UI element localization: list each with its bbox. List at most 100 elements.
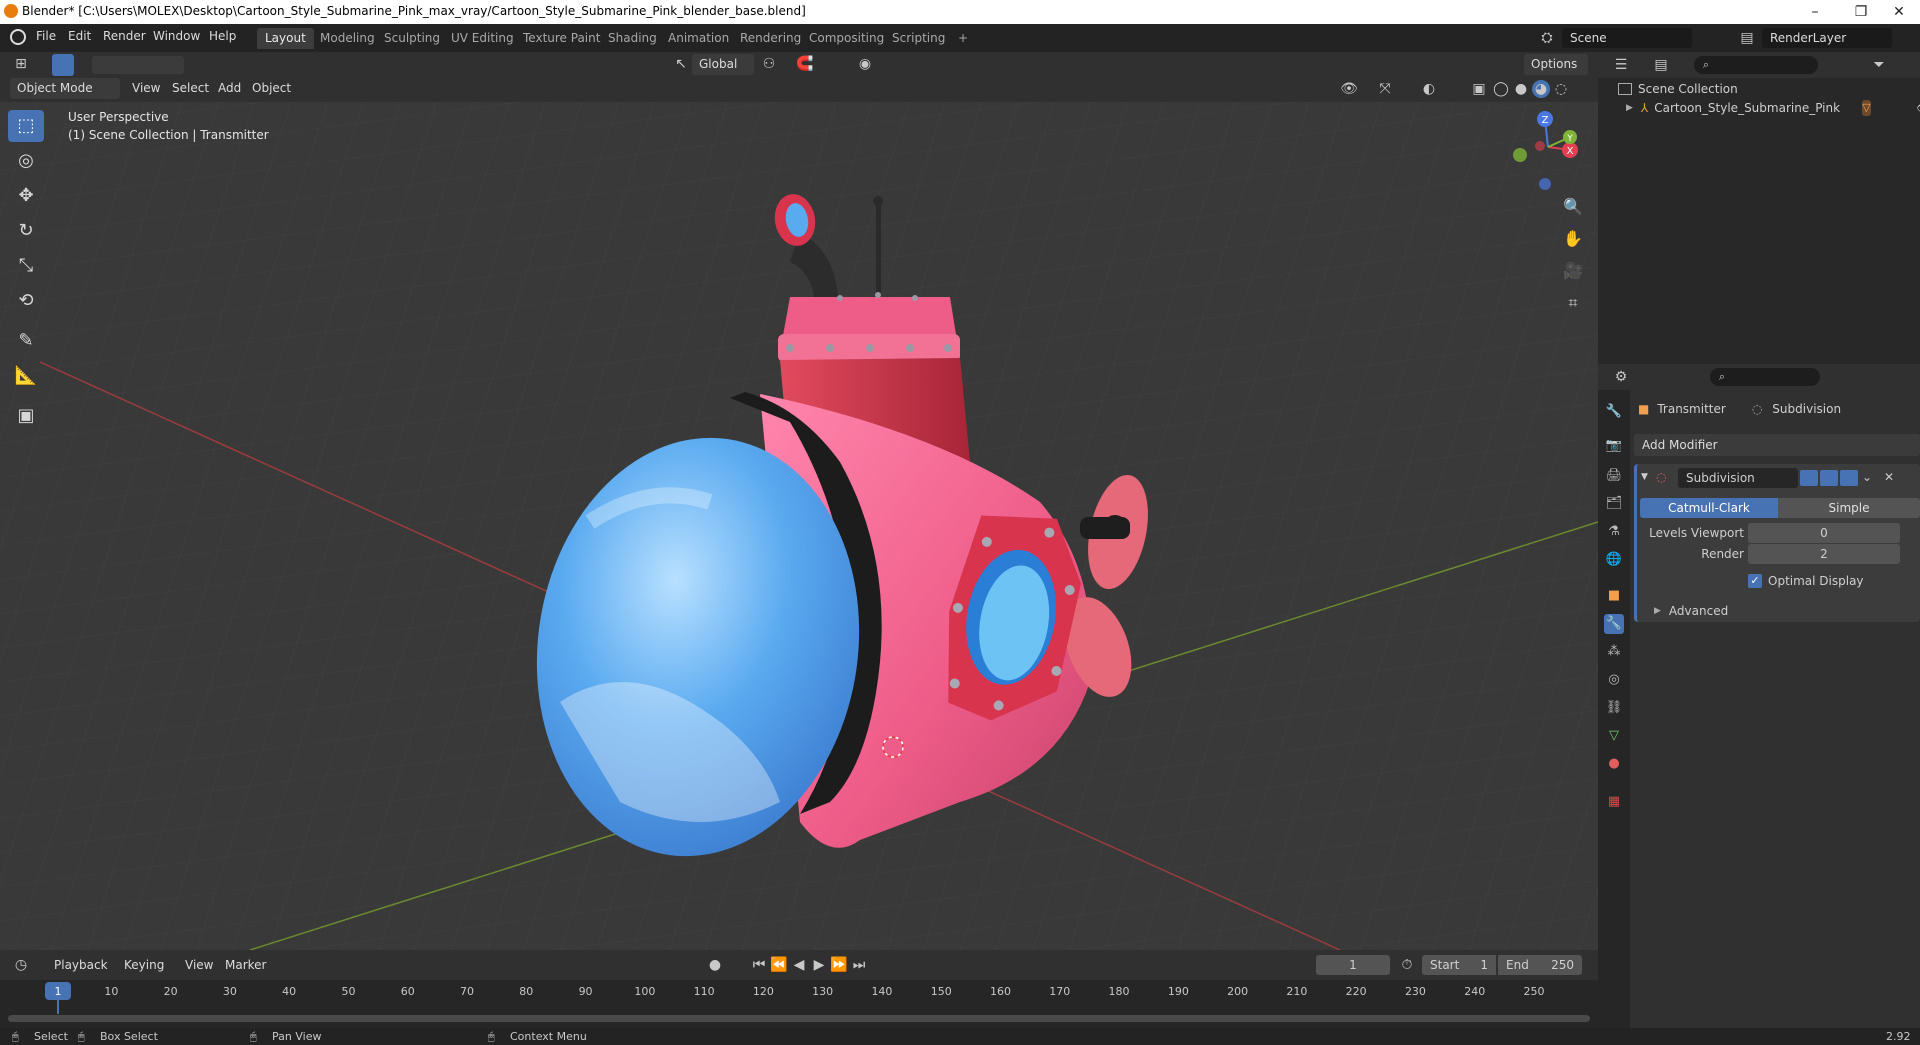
tool-annotate-icon[interactable]: ✎	[8, 325, 44, 357]
render-levels-field[interactable]: 2	[1748, 544, 1900, 564]
filter-icon[interactable]: ⏷	[1870, 56, 1888, 74]
timeline-menu-keying[interactable]: Keying	[124, 958, 164, 972]
menu-edit[interactable]: Edit	[68, 29, 91, 43]
gizmo-toggle-icon[interactable]: ⤧	[1376, 80, 1394, 98]
outliner-editor-icon[interactable]: ☰	[1612, 56, 1630, 74]
zoom-icon[interactable]: 🔍	[1558, 192, 1588, 222]
scene-selector[interactable]: Scene	[1562, 28, 1692, 48]
wireframe-shading-icon[interactable]: ◯	[1492, 80, 1510, 98]
object-tab-icon[interactable]: ■	[1604, 586, 1624, 606]
end-frame-field[interactable]: End 250	[1498, 955, 1582, 975]
timeline-menu-view[interactable]: View	[185, 958, 213, 972]
editor-type-icon[interactable]: ⊞	[12, 55, 30, 73]
render-layer-selector[interactable]: RenderLayer	[1762, 28, 1892, 48]
advanced-subpanel[interactable]: ▶ Advanced	[1654, 602, 1728, 620]
snap-icon[interactable]: 🧲	[796, 55, 814, 73]
tab-modeling[interactable]: Modeling	[312, 28, 383, 49]
timeline-menu-marker[interactable]: Marker	[225, 958, 266, 972]
tab-animation[interactable]: Animation	[660, 28, 737, 49]
scene-tab-icon[interactable]: ⚗	[1604, 522, 1624, 542]
rendered-shading-icon[interactable]: ◌	[1552, 80, 1570, 98]
vp-menu-select[interactable]: Select	[172, 81, 209, 95]
data-tab-icon[interactable]: ▽	[1604, 726, 1624, 746]
vp-menu-object[interactable]: Object	[252, 81, 291, 95]
modifier-name-field[interactable]: Subdivision	[1678, 468, 1798, 488]
timeline-editor-icon[interactable]: ◷	[12, 956, 30, 974]
tool-tab-icon[interactable]: 🔧	[1604, 402, 1624, 422]
tool-scale-icon[interactable]: ⤡	[8, 250, 44, 282]
tool-rotate-icon[interactable]: ↻	[8, 215, 44, 247]
selection-modes[interactable]	[92, 56, 184, 74]
outliner-item[interactable]: ▶ ⅄ Cartoon_Style_Submarine_Pink ▽ 👁	[1626, 99, 1920, 117]
tab-scripting[interactable]: Scripting	[884, 28, 953, 49]
vp-menu-add[interactable]: Add	[218, 81, 241, 95]
properties-editor-icon[interactable]: ⚙	[1612, 368, 1630, 386]
optimal-display-checkbox[interactable]: ✓	[1748, 574, 1762, 588]
constraints-tab-icon[interactable]: ⛓	[1604, 698, 1624, 718]
3d-viewport[interactable]: Z X Y 🔍 ✋ 🎥 ⌗	[0, 102, 1598, 950]
tool-move-icon[interactable]: ✥	[8, 180, 44, 212]
options-dropdown[interactable]: Options	[1524, 54, 1588, 75]
material-tab-icon[interactable]: ●	[1604, 754, 1624, 774]
tool-add-cube-icon[interactable]: ▣	[8, 400, 44, 432]
tab-uv-editing[interactable]: UV Editing	[443, 28, 522, 49]
optimal-display-row[interactable]: ✓ Optimal Display	[1748, 572, 1864, 590]
texture-tab-icon[interactable]: ▦	[1604, 792, 1624, 812]
levels-viewport-field[interactable]: 0	[1748, 523, 1900, 543]
current-frame-field[interactable]: 1	[1316, 955, 1390, 975]
blender-menu-icon[interactable]	[10, 29, 26, 45]
play-reverse-icon[interactable]: ◀	[790, 956, 808, 974]
jump-start-icon[interactable]: ⏮	[750, 956, 768, 974]
select-mode-icon[interactable]	[52, 54, 74, 76]
tool-transform-icon[interactable]: ⟲	[8, 285, 44, 317]
play-icon[interactable]: ▶	[810, 956, 828, 974]
jump-end-icon[interactable]: ⏭	[850, 956, 868, 974]
render-toggle-icon[interactable]	[1840, 470, 1858, 486]
perspective-toggle-icon[interactable]: ⌗	[1558, 288, 1588, 318]
solid-shading-icon[interactable]: ●	[1512, 80, 1530, 98]
tab-texture-paint[interactable]: Texture Paint	[515, 28, 608, 49]
xray-icon[interactable]: ▣	[1470, 80, 1488, 98]
material-shading-icon[interactable]: ◕	[1532, 80, 1550, 98]
tab-layout[interactable]: Layout	[257, 28, 314, 49]
viewport-toggle-icon[interactable]	[1820, 470, 1838, 486]
render-tab-icon[interactable]: 📷	[1604, 436, 1624, 456]
expand-arrow-icon[interactable]: ▶	[1626, 103, 1633, 113]
vp-menu-view[interactable]: View	[132, 81, 160, 95]
timeline-scrollbar[interactable]	[8, 1015, 1590, 1022]
overlay-toggle-icon[interactable]: ◐	[1420, 80, 1438, 98]
start-frame-field[interactable]: Start 1	[1422, 955, 1496, 975]
add-workspace-button[interactable]: +	[950, 28, 976, 49]
display-mode-icon[interactable]: ▤	[1652, 56, 1670, 74]
catmull-clark-button[interactable]: Catmull-Clark	[1640, 498, 1778, 518]
record-icon[interactable]: ●	[706, 956, 724, 974]
edit-mode-toggle-icon[interactable]	[1800, 470, 1818, 486]
menu-help[interactable]: Help	[209, 29, 236, 43]
menu-render[interactable]: Render	[103, 29, 146, 43]
visibility-icon[interactable]: 👁	[1340, 80, 1358, 98]
tool-measure-icon[interactable]: 📐	[8, 360, 44, 392]
tab-compositing[interactable]: Compositing	[801, 28, 892, 49]
tab-sculpting[interactable]: Sculpting	[376, 28, 448, 49]
add-modifier-dropdown[interactable]: Add Modifier	[1634, 434, 1920, 456]
particles-tab-icon[interactable]: ⁂	[1604, 642, 1624, 662]
tab-rendering[interactable]: Rendering	[732, 28, 809, 49]
pan-hand-icon[interactable]: ✋	[1558, 224, 1588, 254]
tool-select-box-icon[interactable]: ⬚	[8, 110, 44, 142]
collapse-arrow-icon[interactable]: ▼	[1641, 472, 1648, 482]
close-window-button[interactable]: ✕	[1876, 0, 1920, 24]
object-mode-dropdown[interactable]: Object Mode	[10, 78, 120, 99]
orientation-dropdown[interactable]: Global	[692, 54, 754, 75]
world-tab-icon[interactable]: 🌐	[1604, 550, 1624, 570]
next-keyframe-icon[interactable]: ⏩	[830, 956, 848, 974]
view-layer-tab-icon[interactable]: 🗂	[1604, 494, 1624, 514]
physics-tab-icon[interactable]: ◎	[1604, 670, 1624, 690]
menu-window[interactable]: Window	[153, 29, 200, 43]
modifier-tab-icon[interactable]: 🔧	[1604, 614, 1624, 634]
tab-shading[interactable]: Shading	[600, 28, 665, 49]
remove-modifier-icon[interactable]: ✕	[1884, 470, 1894, 484]
pivot-icon[interactable]: ⚇	[760, 55, 778, 73]
prev-keyframe-icon[interactable]: ⏪	[770, 956, 788, 974]
timeline-menu-playback[interactable]: Playback	[54, 958, 108, 972]
visibility-eye-icon[interactable]: 👁	[1917, 101, 1920, 115]
